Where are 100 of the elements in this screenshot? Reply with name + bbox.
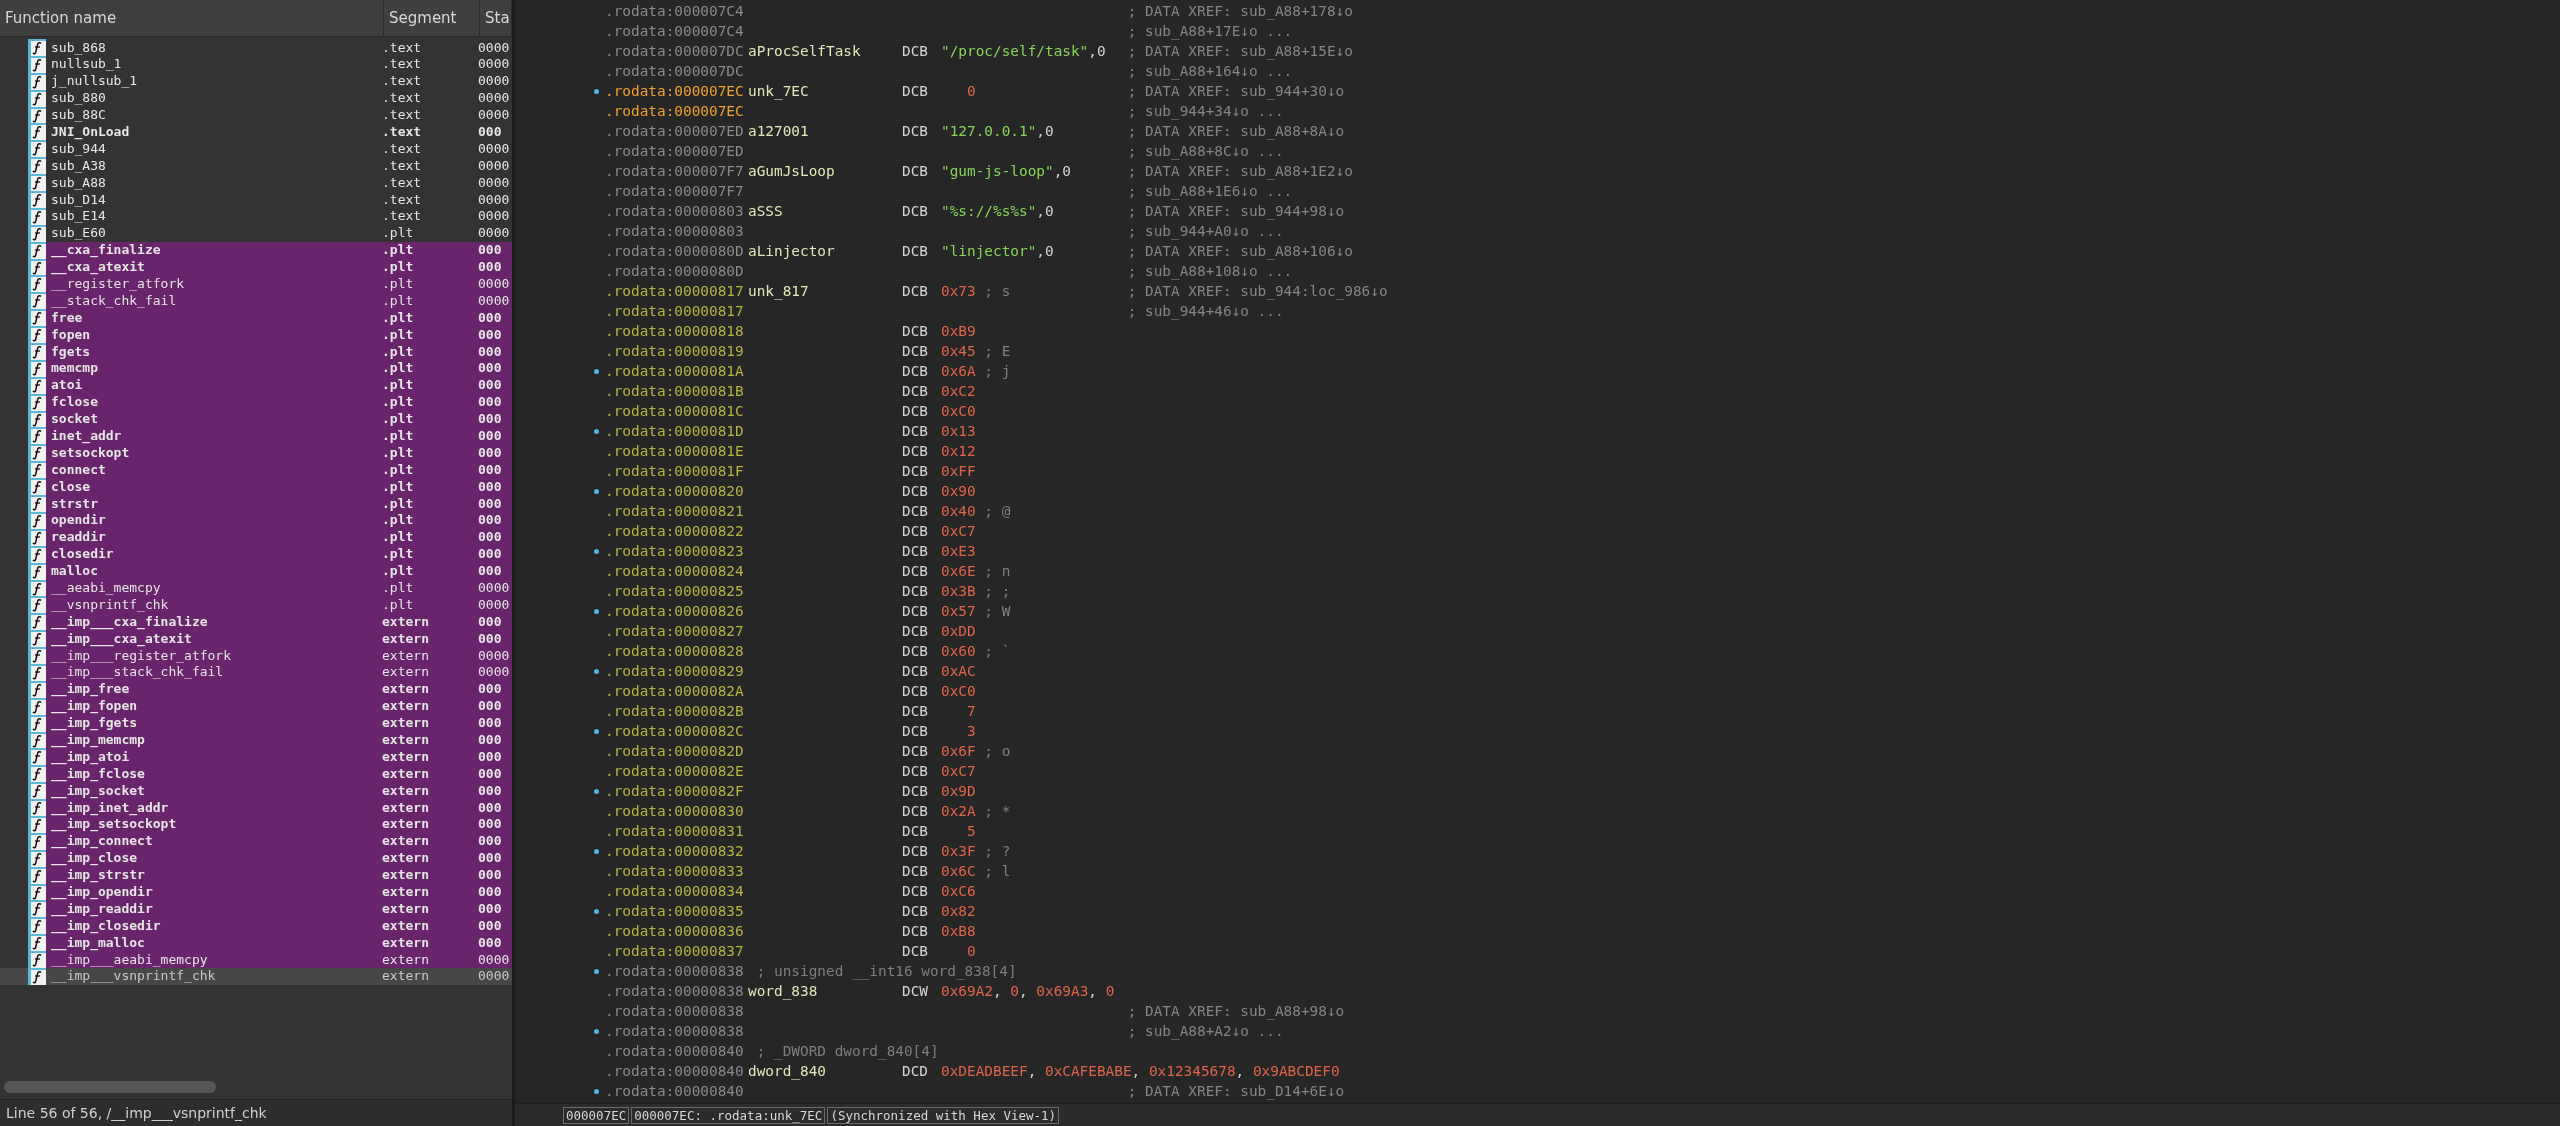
- function-icon: [28, 343, 46, 361]
- function-name: JNI_OnLoad: [51, 123, 131, 140]
- function-row[interactable]: free .plt 000: [28, 309, 512, 327]
- xref-comment: ; sub_A88+17E↓o ...: [1126, 23, 1293, 39]
- function-row[interactable]: connect .plt 000: [28, 461, 512, 479]
- function-name: strstr: [51, 495, 99, 512]
- function-icon: [28, 275, 46, 293]
- scrollbar-thumb[interactable]: [4, 1081, 216, 1093]
- start-address: 0000: [478, 56, 511, 73]
- operand-text: 0x6C: [941, 863, 976, 879]
- function-row[interactable]: fgets .plt 000: [28, 343, 512, 360]
- column-header[interactable]: Function name: [0, 0, 384, 36]
- instruction-mnemonic: DCB: [902, 123, 928, 139]
- function-row[interactable]: __imp_fclose extern 000: [28, 765, 512, 783]
- start-address: 000: [478, 326, 503, 343]
- function-row[interactable]: __stack_chk_fail .plt 0000: [28, 292, 512, 310]
- line-address: .rodata:0000081D: [605, 423, 745, 439]
- segment-name: .plt: [382, 529, 415, 546]
- line-address: .rodata:0000081C: [605, 403, 745, 419]
- start-address: 000: [478, 698, 503, 715]
- function-row[interactable]: __imp___cxa_atexit extern 000: [28, 630, 512, 648]
- segment-name: extern: [382, 951, 430, 968]
- function-row[interactable]: __imp___cxa_finalize extern 000: [28, 613, 512, 631]
- function-row[interactable]: j_nullsub_1 .text 0000: [28, 72, 512, 90]
- instruction-mnemonic: DCB: [902, 843, 928, 859]
- symbol-label[interactable]: a127001: [748, 123, 809, 139]
- function-row[interactable]: setsockopt .plt 000: [28, 444, 512, 462]
- function-row[interactable]: sub_880 .text 0000: [28, 89, 512, 107]
- function-row[interactable]: __vsnprintf_chk .plt 0000: [28, 596, 512, 614]
- function-row[interactable]: __imp_inet_addr extern 000: [28, 799, 512, 816]
- function-row[interactable]: strstr .plt 000: [28, 495, 512, 512]
- instruction-mnemonic: DCB: [902, 583, 928, 599]
- line-address: .rodata:0000082B: [605, 703, 745, 719]
- symbol-label[interactable]: aProcSelfTask: [748, 43, 861, 59]
- function-row[interactable]: __imp_socket extern 000: [28, 782, 512, 800]
- start-address: 000: [478, 917, 503, 934]
- instruction-mnemonic: DCB: [902, 783, 928, 799]
- line-address: .rodata:00000836: [605, 923, 745, 939]
- operand-text: 0x60: [941, 643, 976, 659]
- function-row[interactable]: __imp___aeabi_memcpy extern 0000: [28, 951, 512, 968]
- inline-comment: ; `: [984, 643, 1011, 659]
- function-row[interactable]: __register_atfork .plt 0000: [28, 275, 512, 293]
- operand-text: "linjector",0: [941, 243, 1054, 259]
- function-row[interactable]: sub_D14 .text 0000: [28, 191, 512, 208]
- start-address: 0000: [478, 174, 511, 191]
- function-row[interactable]: sub_E14 .text 0000: [28, 207, 512, 225]
- function-icon: [28, 647, 46, 665]
- function-row[interactable]: inet_addr .plt 000: [28, 427, 512, 445]
- start-address: 000: [478, 782, 503, 799]
- line-address: .rodata:00000817: [605, 283, 745, 299]
- function-icon: [28, 461, 46, 479]
- operand-text: 0x9D: [941, 783, 976, 799]
- function-row[interactable]: sub_A88 .text 0000: [28, 174, 512, 191]
- function-row[interactable]: __imp_atoi extern 000: [28, 748, 512, 766]
- xref-comment: ; sub_A88+108↓o ...: [1126, 263, 1293, 279]
- instruction-mnemonic: DCB: [902, 363, 928, 379]
- column-header[interactable]: Sta: [480, 0, 512, 36]
- xref-comment: ; DATA XREF: sub_A88+106↓o: [1126, 243, 1353, 259]
- symbol-label[interactable]: aLinjector: [748, 243, 835, 259]
- xref-comment: ; sub_A88+8C↓o ...: [1126, 143, 1284, 159]
- function-row[interactable]: __cxa_finalize .plt 000: [28, 241, 512, 259]
- status-field: 000007EC: .rodata:unk_7EC: [631, 1106, 826, 1124]
- function-name: fgets: [51, 343, 92, 360]
- segment-name: .text: [382, 90, 423, 107]
- column-header[interactable]: Segment: [384, 0, 480, 36]
- function-row[interactable]: __imp_readdir extern 000: [28, 900, 512, 918]
- operand-text: 0xC0: [941, 403, 976, 419]
- function-row[interactable]: fopen .plt 000: [28, 326, 512, 344]
- symbol-label[interactable]: dword_840: [748, 1063, 826, 1079]
- symbol-label[interactable]: word_838: [748, 983, 818, 999]
- line-address: .rodata:00000832: [605, 843, 745, 859]
- segment-name: extern: [382, 681, 430, 698]
- start-address: 0000: [478, 647, 511, 664]
- xref-comment: ; DATA XREF: sub_A88+98↓o: [1126, 1003, 1345, 1019]
- xref-comment: ; DATA XREF: sub_D14+6E↓o: [1126, 1083, 1345, 1099]
- function-row[interactable]: __imp_closedir extern 000: [28, 917, 512, 935]
- symbol-label[interactable]: aGumJsLoop: [748, 163, 835, 179]
- function-name: __imp_fopen: [51, 698, 139, 715]
- symbol-label[interactable]: aSSS: [748, 203, 783, 219]
- inline-comment: ; W: [984, 603, 1011, 619]
- instruction-mnemonic: DCB: [902, 43, 928, 59]
- function-row[interactable]: JNI_OnLoad .text 000: [28, 123, 512, 141]
- symbol-label[interactable]: unk_817: [748, 283, 809, 299]
- function-row[interactable]: __imp_malloc extern 000: [28, 934, 512, 952]
- operand-text: 0x6E: [941, 563, 976, 579]
- function-row[interactable]: sub_88C .text 0000: [28, 106, 512, 124]
- function-row[interactable]: close .plt 000: [28, 478, 512, 496]
- function-row[interactable]: sub_A38 .text 0000: [28, 157, 512, 175]
- segment-name: extern: [382, 934, 430, 951]
- function-row[interactable]: __imp___register_atfork extern 0000: [28, 647, 512, 664]
- function-row[interactable]: nullsub_1 .text 0000: [28, 55, 512, 73]
- start-address: 000: [478, 495, 503, 512]
- start-address: 000: [478, 867, 503, 884]
- operand-text: 0xC6: [941, 883, 976, 899]
- function-row[interactable]: sub_E60 .plt 0000: [28, 224, 512, 242]
- symbol-label[interactable]: unk_7EC: [748, 83, 809, 99]
- instruction-mnemonic: DCB: [902, 163, 928, 179]
- function-row[interactable]: sub_944 .text 0000: [28, 140, 512, 158]
- instruction-mnemonic: DCB: [902, 503, 928, 519]
- function-row[interactable]: sub_868 .text 0000: [28, 39, 512, 56]
